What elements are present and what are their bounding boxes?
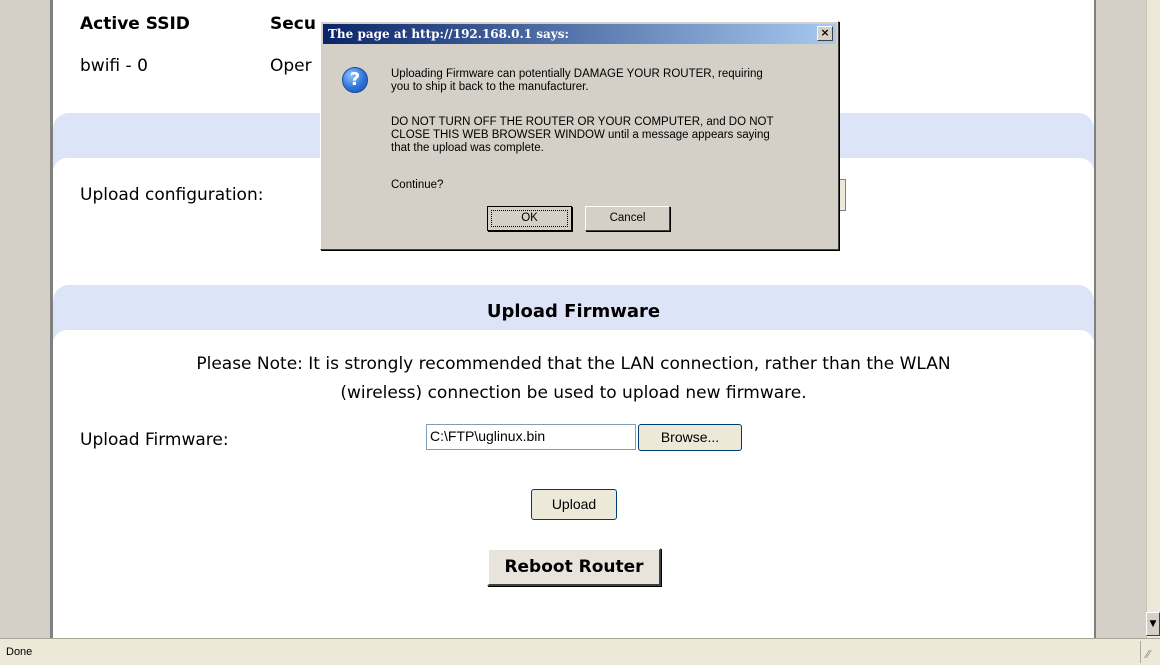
firmware-section-body [53, 330, 1094, 638]
firmware-note-line2: (wireless) connection be used to upload … [340, 383, 807, 403]
cancel-button[interactable]: Cancel [585, 206, 670, 231]
dialog-message-line2: you to ship it back to the manufacturer. [391, 81, 589, 93]
config-browse-button-edge[interactable] [838, 179, 846, 211]
security-value: Oper [270, 56, 312, 76]
dialog-message-line3: DO NOT TURN OFF THE ROUTER OR YOUR COMPU… [391, 116, 774, 128]
active-ssid-header: Active SSID [80, 14, 190, 34]
firmware-note-line1: Please Note: It is strongly recommended … [196, 354, 951, 374]
browse-button[interactable]: Browse... [638, 424, 742, 451]
firmware-file-input[interactable]: C:\FTP\uglinux.bin [426, 424, 636, 450]
upload-config-label: Upload configuration: [80, 185, 264, 205]
status-text: Done [6, 646, 33, 658]
upload-button[interactable]: Upload [531, 489, 617, 520]
ssid-value: bwifi - 0 [80, 56, 148, 76]
status-bar: Done [0, 638, 1160, 665]
dialog-message-line5: that the upload was complete. [391, 142, 544, 154]
dialog-title: The page at http://192.168.0.1 says: [328, 27, 569, 41]
vertical-scrollbar[interactable] [1146, 0, 1160, 638]
dialog-message-line1: Uploading Firmware can potentially DAMAG… [391, 68, 763, 80]
resize-grip-icon[interactable]: ⁄⁄ [1146, 648, 1150, 661]
dialog-continue-text: Continue? [391, 179, 444, 191]
confirm-dialog: The page at http://192.168.0.1 says: × ?… [320, 21, 839, 250]
scroll-down-button[interactable]: ▼ [1146, 612, 1160, 636]
dialog-message-line4: CLOSE THIS WEB BROWSER WINDOW until a me… [391, 129, 770, 141]
close-icon[interactable]: × [817, 26, 833, 41]
ok-button[interactable]: OK [487, 206, 572, 231]
upload-firmware-label: Upload Firmware: [80, 430, 229, 450]
dialog-title-bar[interactable]: The page at http://192.168.0.1 says: × [323, 24, 836, 44]
question-icon: ? [342, 67, 368, 93]
firmware-section-title: Upload Firmware [486, 301, 661, 322]
status-divider [1140, 641, 1141, 663]
reboot-router-button[interactable]: Reboot Router [487, 548, 661, 586]
security-header: Secu [270, 14, 316, 34]
